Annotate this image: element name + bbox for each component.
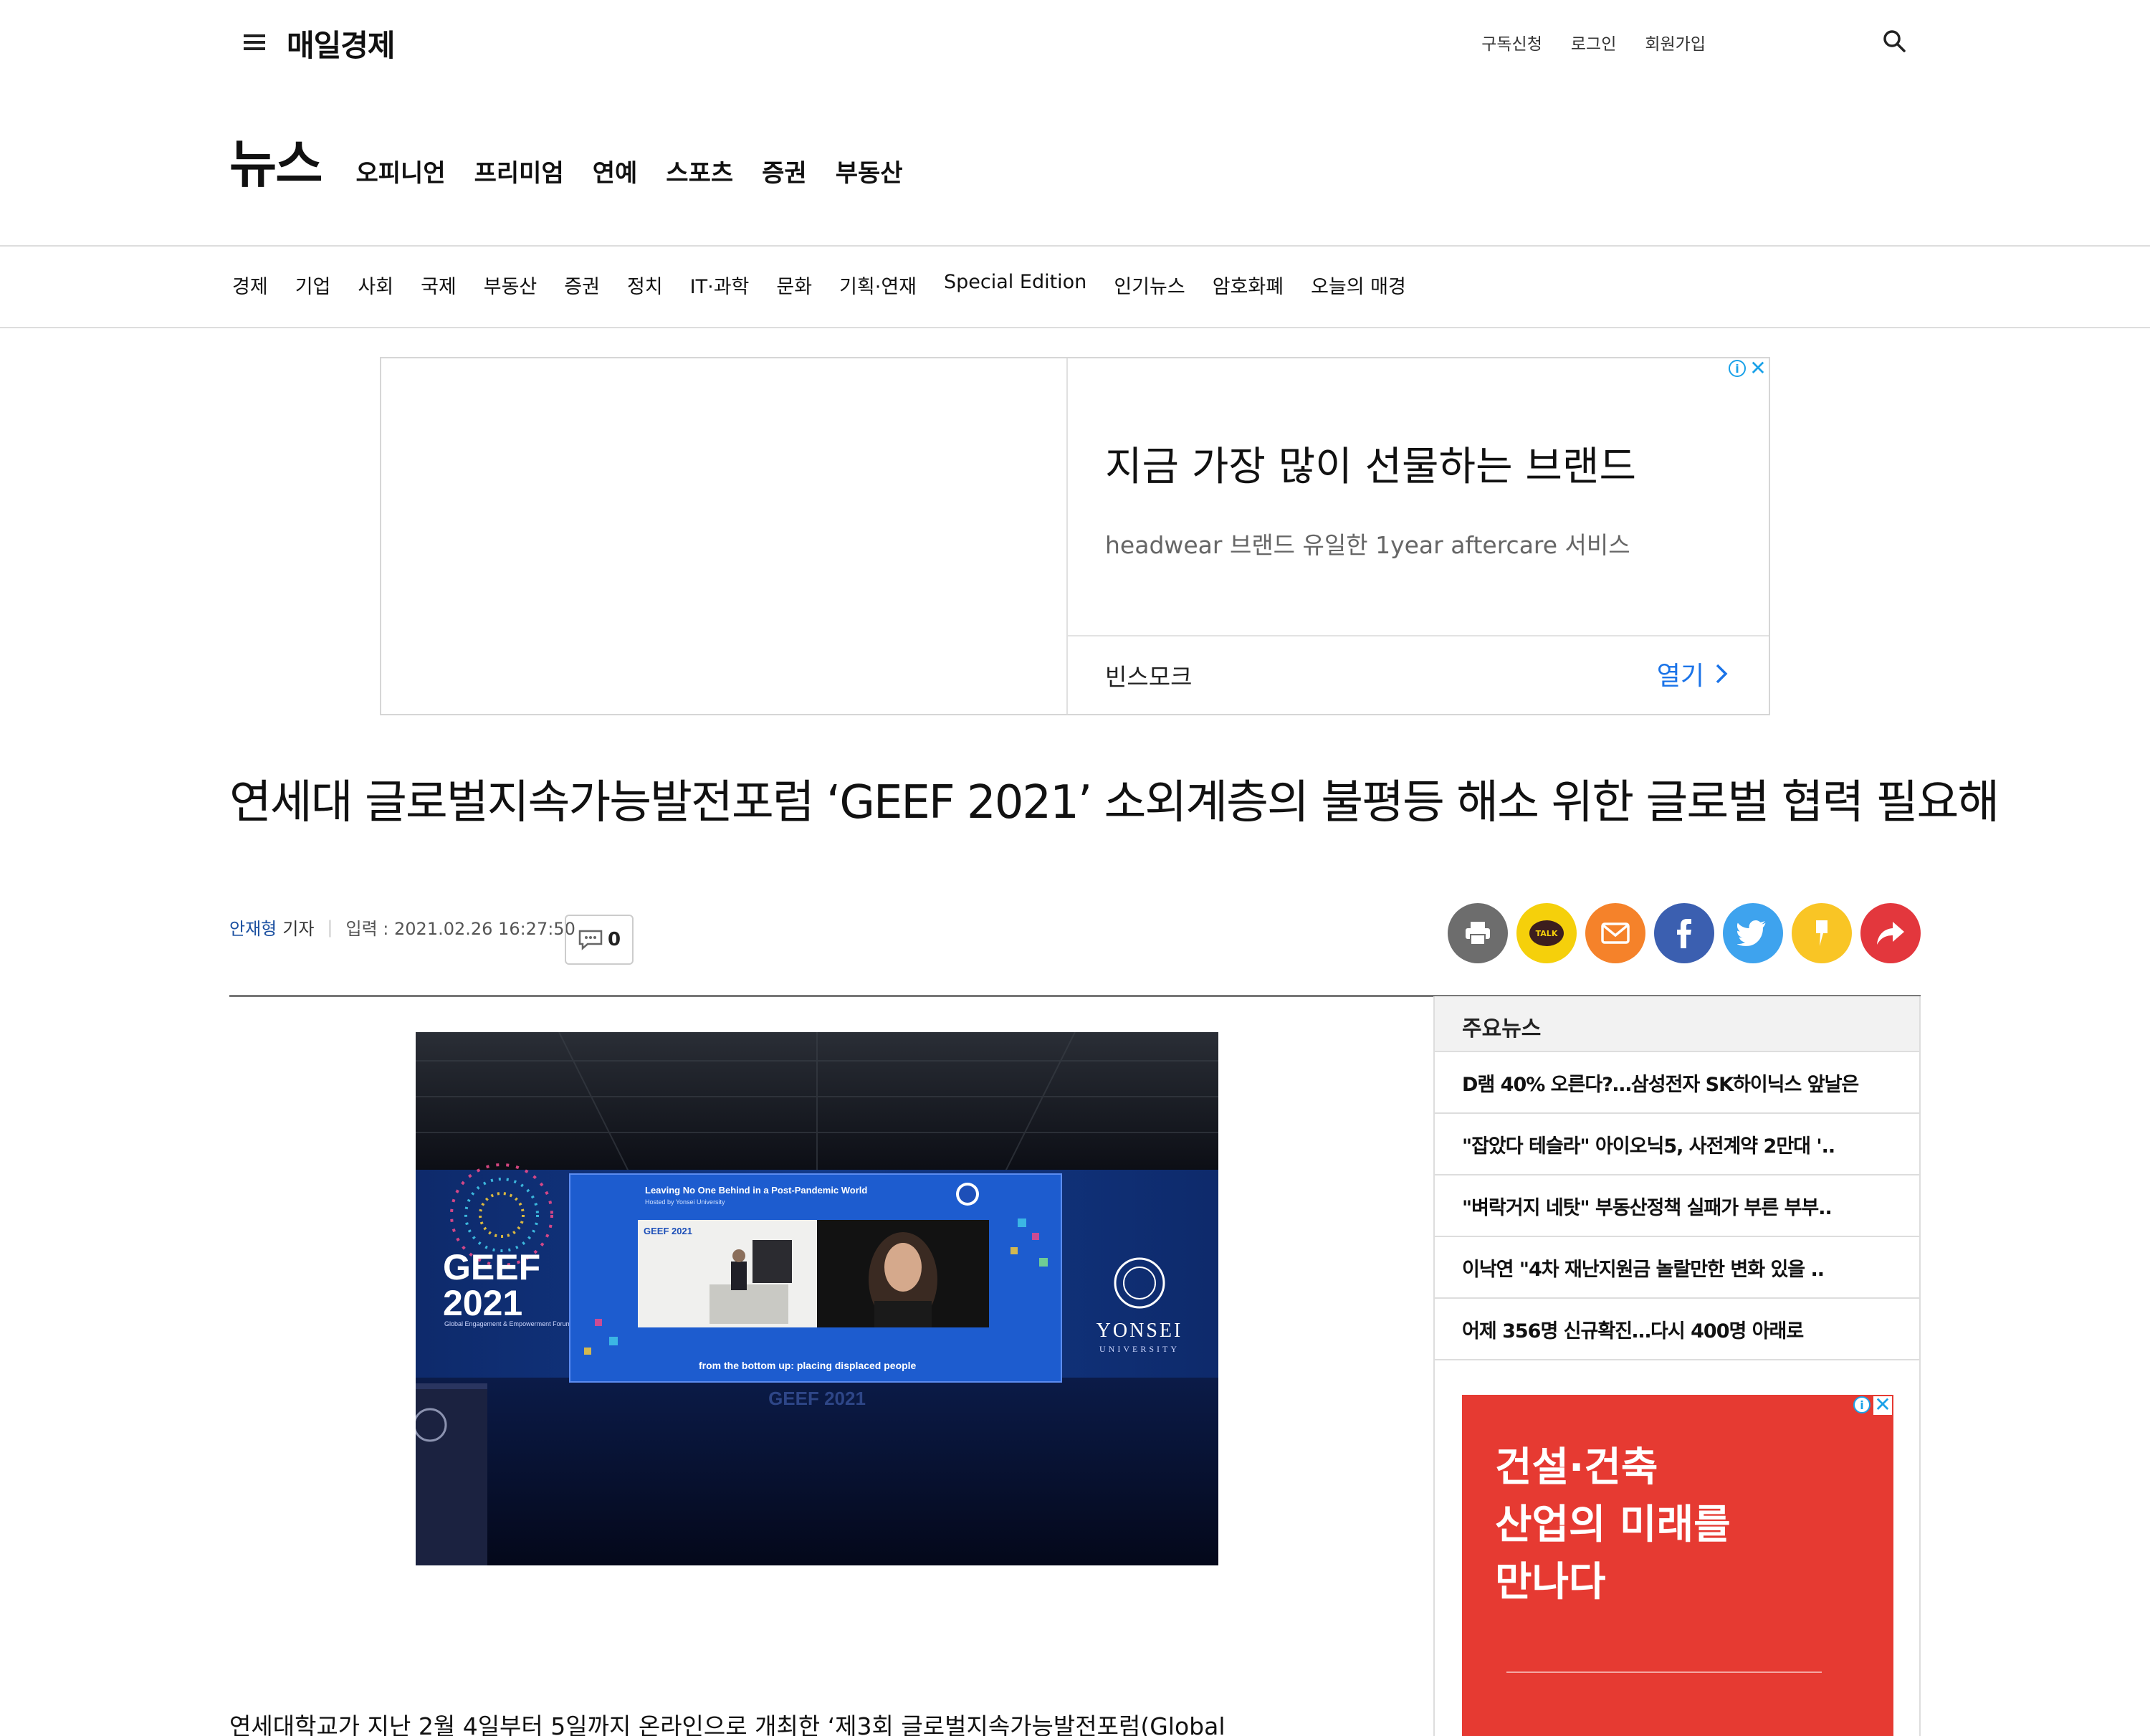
kakaotalk-button[interactable]: TALK	[1516, 903, 1577, 963]
nav-item-it-science[interactable]: IT·과학	[690, 271, 750, 299]
tab-entertainment[interactable]: 연예	[593, 153, 638, 189]
nav-item-culture[interactable]: 문화	[776, 271, 812, 299]
ad-brand: 빈스모크	[1105, 663, 1193, 691]
screen-subtitle: Hosted by Yonsei University	[645, 1198, 725, 1206]
geef-logo-year: 2021	[443, 1283, 522, 1323]
sidebar-ad-line: 산업의 미래를	[1495, 1502, 1731, 1548]
top-news-item[interactable]: 이낙연 "4차 재난지원금 놀랄만한 변화 있을 ..	[1435, 1237, 1919, 1299]
published-time: 입력 : 2021.02.26 16:27:50	[345, 919, 575, 939]
article-headline: 연세대 글로벌지속가능발전포럼 ‘GEEF 2021’ 소외계층의 불평등 해소…	[229, 776, 2000, 829]
geef-logo-text: GEEF	[443, 1247, 540, 1287]
author-role: 기자	[282, 919, 315, 939]
email-button[interactable]	[1585, 903, 1645, 963]
nav-item-business[interactable]: 기업	[295, 271, 331, 299]
ad-open-button[interactable]: 열기	[1657, 655, 1729, 692]
top-bar: 매일경제 구독신청 로그인 회원가입	[0, 0, 2150, 86]
kakaotalk-icon: TALK	[1529, 920, 1564, 946]
login-link[interactable]: 로그인	[1571, 30, 1616, 54]
ad-image-area[interactable]	[381, 358, 1068, 714]
email-icon	[1601, 922, 1630, 944]
sidebar: 주요뉴스 D램 40% 오른다?…삼성전자 SK하이닉스 앞날은 "잡았다 테슬…	[1433, 996, 1921, 1736]
twitter-icon	[1737, 920, 1766, 946]
yonsei-logo-text: YONSEI	[1096, 1320, 1183, 1342]
facebook-button[interactable]	[1654, 903, 1714, 963]
menu-icon[interactable]	[244, 34, 265, 50]
comment-button[interactable]: 0	[565, 915, 634, 965]
top-news-item[interactable]: 어제 356명 신규확진…다시 400명 아래로	[1435, 1299, 1919, 1360]
sidebar-title: 주요뉴스	[1435, 996, 1919, 1052]
ad-text-area[interactable]: 지금 가장 많이 선물하는 브랜드 headwear 브랜드 유일한 1year…	[1068, 358, 1769, 714]
adchoices[interactable]: i ✕	[1729, 358, 1767, 378]
nav-item-society[interactable]: 사회	[358, 271, 393, 299]
category-nav: 경제 기업 사회 국제 부동산 증권 정치 IT·과학 문화 기획·연재 Spe…	[0, 245, 2150, 328]
info-icon[interactable]: i	[1729, 360, 1746, 377]
nav-item-politics[interactable]: 정치	[627, 271, 663, 299]
nav-item-world[interactable]: 국제	[421, 271, 457, 299]
nav-item-economy[interactable]: 경제	[232, 271, 268, 299]
tab-sports[interactable]: 스포츠	[666, 153, 733, 189]
nav-item-realestate[interactable]: 부동산	[484, 271, 538, 299]
screen-caption: from the bottom up: placing displaced pe…	[699, 1360, 917, 1371]
ad-subline: headwear 브랜드 유일한 1year aftercare 서비스	[1105, 531, 1630, 559]
section-bar: 뉴스 오피니언 프리미엄 연예 스포츠 증권 부동산	[229, 122, 903, 197]
nav-item-popular[interactable]: 인기뉴스	[1114, 271, 1185, 299]
util-links: 구독신청 로그인 회원가입	[1481, 30, 1706, 54]
sidebar-ad-divider	[1506, 1671, 1822, 1673]
sidebar-ad-line: 만나다	[1495, 1559, 1606, 1606]
twitter-button[interactable]	[1723, 903, 1783, 963]
ad-divider	[1068, 635, 1769, 636]
close-icon[interactable]: ✕	[1749, 358, 1767, 378]
share-button[interactable]	[1860, 903, 1921, 963]
kakaostory-icon	[1816, 920, 1828, 946]
ad-open-label: 열기	[1656, 662, 1704, 691]
article-meta: 안재형 기자 | 입력 : 2021.02.26 16:27:50	[229, 915, 575, 940]
kakaostory-button[interactable]	[1792, 903, 1852, 963]
tab-opinion[interactable]: 오피니언	[355, 153, 445, 189]
close-icon[interactable]: ✕	[1873, 1395, 1892, 1415]
sidebar-ad-line: 건설·건축	[1495, 1444, 1658, 1491]
article-photo: GEEF 2021 Global Engagement & Empowermen…	[416, 1032, 1218, 1565]
section-tabs: 오피니언 프리미엄 연예 스포츠 증권 부동산	[355, 153, 902, 189]
share-buttons: TALK	[1448, 903, 1921, 963]
print-button[interactable]	[1448, 903, 1508, 963]
top-news-item[interactable]: "잡았다 테슬라" 아이오닉5, 사전계약 2만대 '..	[1435, 1114, 1919, 1175]
photo-illustration: GEEF 2021 Global Engagement & Empowermen…	[416, 1032, 1218, 1565]
nav-item-stocks[interactable]: 증권	[564, 271, 600, 299]
sidebar-ad[interactable]: 건설·건축 산업의 미래를 만나다 i ✕	[1462, 1395, 1893, 1736]
info-icon[interactable]: i	[1853, 1396, 1870, 1413]
top-ad-banner[interactable]: 지금 가장 많이 선물하는 브랜드 headwear 브랜드 유일한 1year…	[380, 357, 1770, 715]
author-name[interactable]: 안재형	[229, 915, 277, 940]
top-news-item[interactable]: "벼락거지 네탓" 부동산정책 실패가 부른 부부..	[1435, 1175, 1919, 1237]
comment-icon	[578, 930, 603, 950]
nav-item-today[interactable]: 오늘의 매경	[1311, 271, 1406, 299]
tab-stocks[interactable]: 증권	[762, 153, 807, 189]
kakaotalk-label: TALK	[1535, 928, 1558, 938]
ad-headline: 지금 가장 많이 선물하는 브랜드	[1105, 444, 1636, 490]
screen-title: Leaving No One Behind in a Post-Pandemic…	[645, 1185, 867, 1196]
comment-count: 0	[607, 929, 621, 950]
subscribe-link[interactable]: 구독신청	[1481, 30, 1542, 54]
print-icon	[1466, 922, 1490, 945]
sidebar-ad-text: 건설·건축 산업의 미래를 만나다	[1495, 1439, 1731, 1611]
share-arrow-icon	[1877, 922, 1904, 945]
meta-divider: |	[327, 917, 333, 938]
top-news-item[interactable]: D램 40% 오른다?…삼성전자 SK하이닉스 앞날은	[1435, 1052, 1919, 1114]
sidebar-adchoices[interactable]: i ✕	[1853, 1395, 1892, 1415]
nav-item-series[interactable]: 기획·연재	[839, 271, 917, 299]
site-logo[interactable]: 매일경제	[287, 22, 396, 65]
chevron-right-icon	[1716, 664, 1728, 684]
search-icon[interactable]	[1882, 29, 1906, 53]
nav-item-special-edition[interactable]: Special Edition	[944, 271, 1086, 299]
section-title[interactable]: 뉴스	[229, 122, 322, 197]
signup-link[interactable]: 회원가입	[1645, 30, 1706, 54]
article-body: 연세대학교가 지난 2월 4일부터 5일까지 온라인으로 개최한 ‘제3회 글로…	[229, 1712, 1226, 1736]
tab-premium[interactable]: 프리미엄	[474, 153, 564, 189]
facebook-icon	[1677, 919, 1691, 948]
tab-realestate[interactable]: 부동산	[836, 153, 903, 189]
stage-floor-label: GEEF 2021	[768, 1388, 866, 1409]
screen-inset-label: GEEF 2021	[644, 1226, 692, 1236]
yonsei-logo-sub: UNIVERSITY	[1099, 1344, 1180, 1354]
nav-item-crypto[interactable]: 암호화폐	[1213, 271, 1284, 299]
